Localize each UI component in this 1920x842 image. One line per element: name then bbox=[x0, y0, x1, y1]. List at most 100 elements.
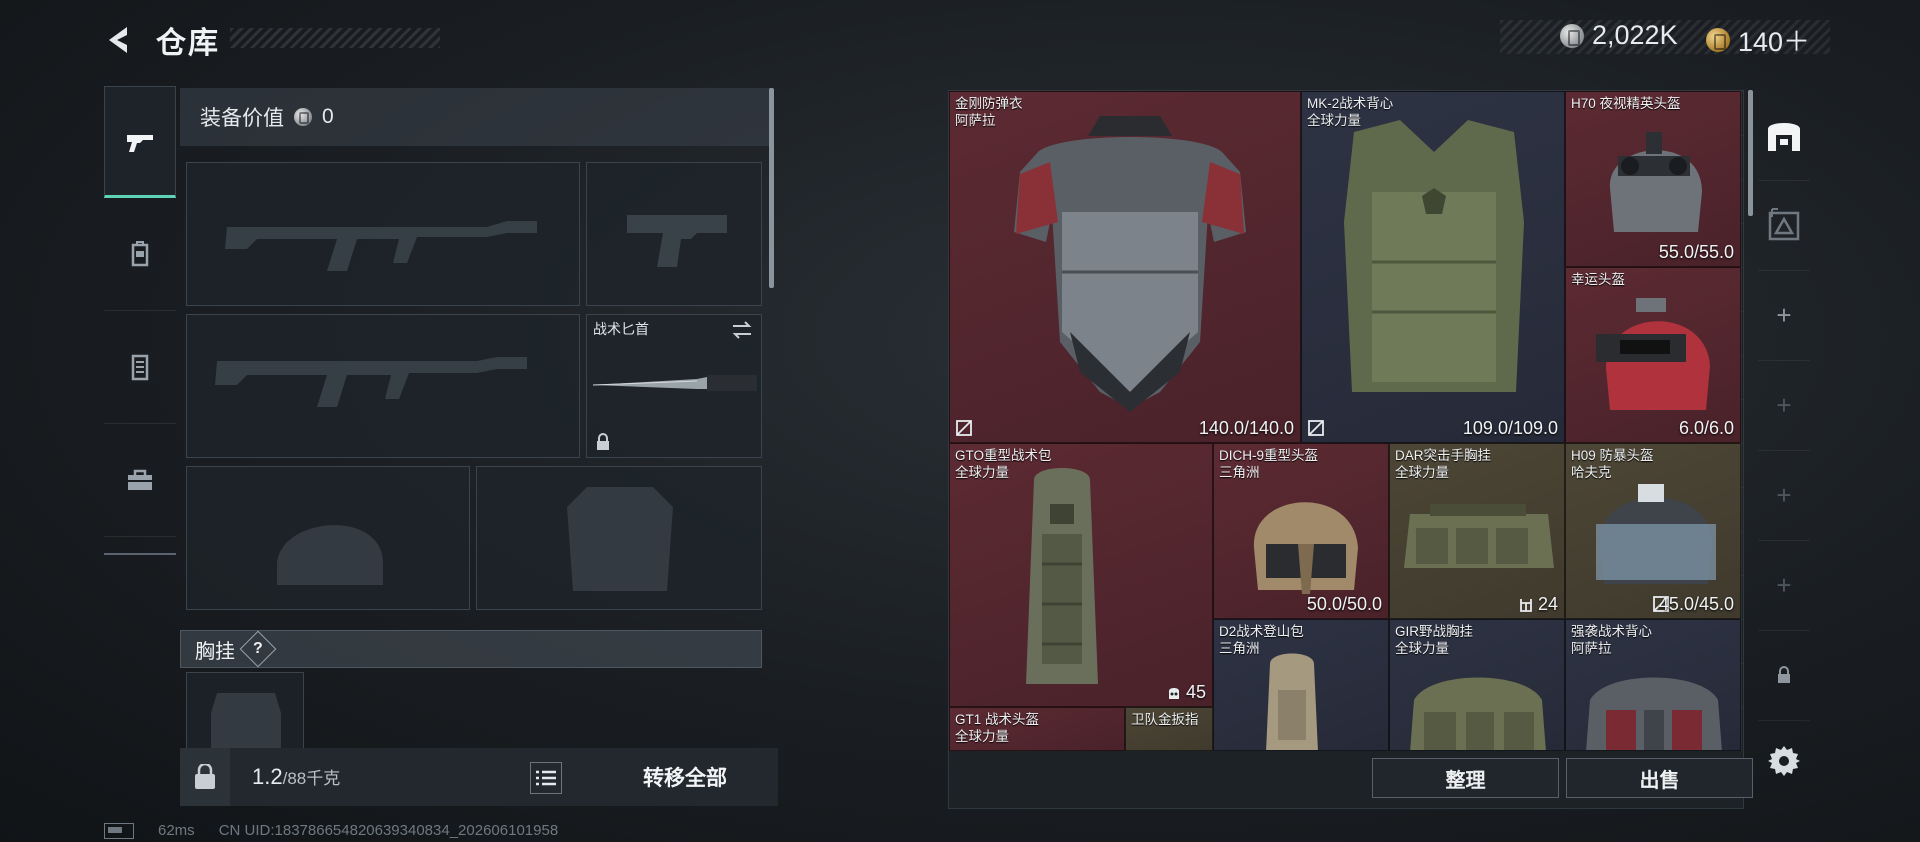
help-icon[interactable]: ? bbox=[239, 630, 277, 668]
storage-item[interactable]: 卫队金扳指 bbox=[1125, 707, 1213, 751]
rifle-silhouette-icon bbox=[225, 221, 537, 271]
plus-icon: + bbox=[1776, 389, 1792, 420]
storage-item[interactable]: 幸运头盔 6.0/6.0 bbox=[1565, 267, 1741, 443]
weight-capacity: /88千克 bbox=[282, 769, 341, 788]
melee-slot[interactable]: 战术匕首 bbox=[586, 314, 762, 458]
rail-add-slot[interactable]: + bbox=[1758, 360, 1810, 451]
storage-item[interactable]: H70 夜视精英头盔 55.0/55.0 bbox=[1565, 91, 1741, 267]
tab-weapons[interactable] bbox=[104, 86, 176, 198]
riot-helmet-art bbox=[1596, 484, 1716, 584]
chest-rig-slot[interactable] bbox=[186, 672, 304, 752]
rifle-silhouette-icon bbox=[215, 357, 527, 407]
rail-locked-slot[interactable] bbox=[1758, 630, 1810, 721]
back-button[interactable] bbox=[100, 20, 140, 60]
weight-lock-button[interactable] bbox=[180, 748, 230, 806]
sidearm-slot[interactable] bbox=[586, 162, 762, 306]
rail-case[interactable] bbox=[1758, 180, 1810, 271]
loadout-panel: 装备价值 0 战术匕首 胸挂 ? bbox=[180, 88, 772, 804]
storage-item[interactable]: GTO重型战术包 全球力量 45 bbox=[949, 443, 1213, 707]
rail-add-slot[interactable]: + bbox=[1758, 270, 1810, 361]
tab-divider bbox=[104, 553, 176, 555]
item-durability: 6.0/6.0 bbox=[1678, 418, 1734, 438]
sell-button[interactable]: 出售 bbox=[1566, 758, 1753, 798]
uid-text: CN UID:183786654820639340834_20260610195… bbox=[218, 822, 559, 839]
lock-icon bbox=[1778, 666, 1790, 683]
chest-rig-header: 胸挂 ? bbox=[180, 630, 762, 668]
item-durability: 109.0/109.0 bbox=[1462, 418, 1558, 438]
rail-add-slot[interactable]: + bbox=[1758, 540, 1810, 631]
climbing-backpack-art bbox=[1266, 653, 1318, 750]
rail-warehouse[interactable] bbox=[1758, 90, 1810, 181]
ping-text: 62ms bbox=[158, 822, 195, 839]
silver-currency-value: 2,022K bbox=[1592, 20, 1678, 50]
battery-icon bbox=[104, 822, 134, 839]
primary-weapon-slot[interactable] bbox=[186, 162, 580, 306]
item-durability: 45.0/45.0 bbox=[1658, 594, 1734, 614]
field-chest-rig-art bbox=[1410, 677, 1546, 750]
chest-rig-art bbox=[1404, 504, 1554, 568]
list-view-button[interactable] bbox=[530, 762, 562, 794]
storage-item[interactable]: 强袭战术背心 阿萨拉 bbox=[1565, 619, 1741, 751]
heavy-backpack-art bbox=[1026, 468, 1098, 684]
vest-icon bbox=[131, 354, 149, 381]
storage-item[interactable]: MK-2战术背心 全球力量 109.0/109.0 bbox=[1301, 91, 1565, 443]
loadout-bottom-bar: 1.2/88千克 转移全部 bbox=[180, 748, 778, 806]
page-title: 仓库 bbox=[156, 27, 220, 60]
vest-silhouette-icon bbox=[211, 693, 281, 751]
status-bar: 62ms CN UID:183786654820639340834_202606… bbox=[104, 822, 558, 839]
silver-currency[interactable]: 2,022K bbox=[1560, 20, 1678, 51]
storage-item[interactable]: D2战术登山包 三角洲 bbox=[1213, 619, 1389, 751]
weight-display: 1.2/88千克 bbox=[252, 764, 340, 790]
capacity-icon bbox=[1520, 598, 1532, 612]
knife-icon bbox=[592, 375, 757, 391]
gold-currency-value: 140＋ bbox=[1738, 27, 1811, 57]
loadout-scrollbar[interactable] bbox=[769, 88, 774, 288]
chest-rig-label: 胸挂 bbox=[195, 640, 235, 663]
storage-item[interactable]: 金刚防弹衣 阿萨拉 140.0/140.0 bbox=[949, 91, 1301, 443]
sort-button[interactable]: 整理 bbox=[1372, 758, 1559, 798]
item-count-badge: 45 bbox=[1166, 682, 1206, 703]
list-icon bbox=[536, 770, 556, 786]
title-decoration bbox=[230, 28, 440, 48]
warehouse-icon bbox=[1768, 123, 1800, 151]
storage-item[interactable]: GT1 战术头盔 全球力量 bbox=[949, 707, 1125, 751]
gold-coin-icon bbox=[1706, 27, 1730, 52]
capacity-icon bbox=[1168, 687, 1179, 699]
rail-add-slot[interactable]: + bbox=[1758, 450, 1810, 541]
storage-item[interactable]: DICH-9重型头盔 三角洲 50.0/50.0 bbox=[1213, 443, 1389, 619]
assault-vest-art bbox=[1586, 677, 1722, 750]
equipment-value: 0 bbox=[322, 105, 334, 128]
plus-icon: + bbox=[1776, 569, 1792, 600]
armor-slot[interactable] bbox=[476, 466, 762, 610]
silver-coin-icon bbox=[1560, 23, 1584, 48]
case-icon bbox=[1768, 208, 1800, 241]
weight-value: 1.2 bbox=[252, 764, 283, 789]
equipment-value-label: 装备价值 bbox=[200, 107, 284, 130]
transfer-all-button[interactable]: 转移全部 bbox=[600, 748, 770, 806]
storage-item[interactable]: GIR野战胸挂 全球力量 bbox=[1389, 619, 1565, 751]
tactical-vest-art bbox=[1344, 120, 1524, 392]
tab-items[interactable] bbox=[104, 424, 176, 537]
tab-helmets[interactable] bbox=[104, 198, 176, 311]
red-helmet-art bbox=[1596, 298, 1710, 410]
storage-item[interactable]: H09 防暴头盔 哈夫克 45.0/45.0 bbox=[1565, 443, 1741, 619]
armor-vest-art bbox=[1014, 116, 1246, 412]
storage-scrollbar[interactable] bbox=[1748, 90, 1753, 216]
helmet-silhouette-icon bbox=[276, 525, 383, 585]
plus-icon: + bbox=[1776, 479, 1792, 510]
secondary-weapon-slot[interactable] bbox=[186, 314, 580, 458]
pistol-silhouette-icon bbox=[627, 215, 727, 267]
tab-armor[interactable] bbox=[104, 311, 176, 424]
plus-icon: + bbox=[1776, 299, 1792, 330]
no-repair-icon bbox=[956, 420, 972, 436]
storage-item[interactable]: DAR突击手胸挂 全球力量 24 bbox=[1389, 443, 1565, 619]
night-vision-helmet-art bbox=[1609, 132, 1702, 232]
backpack-icon bbox=[131, 241, 149, 267]
no-repair-icon bbox=[1308, 420, 1324, 436]
gold-currency[interactable]: 140＋ bbox=[1706, 20, 1810, 59]
settings-gear-icon[interactable] bbox=[1767, 744, 1801, 778]
item-name: GT1 战术头盔 全球力量 bbox=[955, 712, 1040, 744]
item-count-badge: 24 bbox=[1518, 594, 1558, 615]
equipment-value-bar: 装备价值 0 bbox=[180, 88, 772, 146]
helmet-slot[interactable] bbox=[186, 466, 470, 610]
